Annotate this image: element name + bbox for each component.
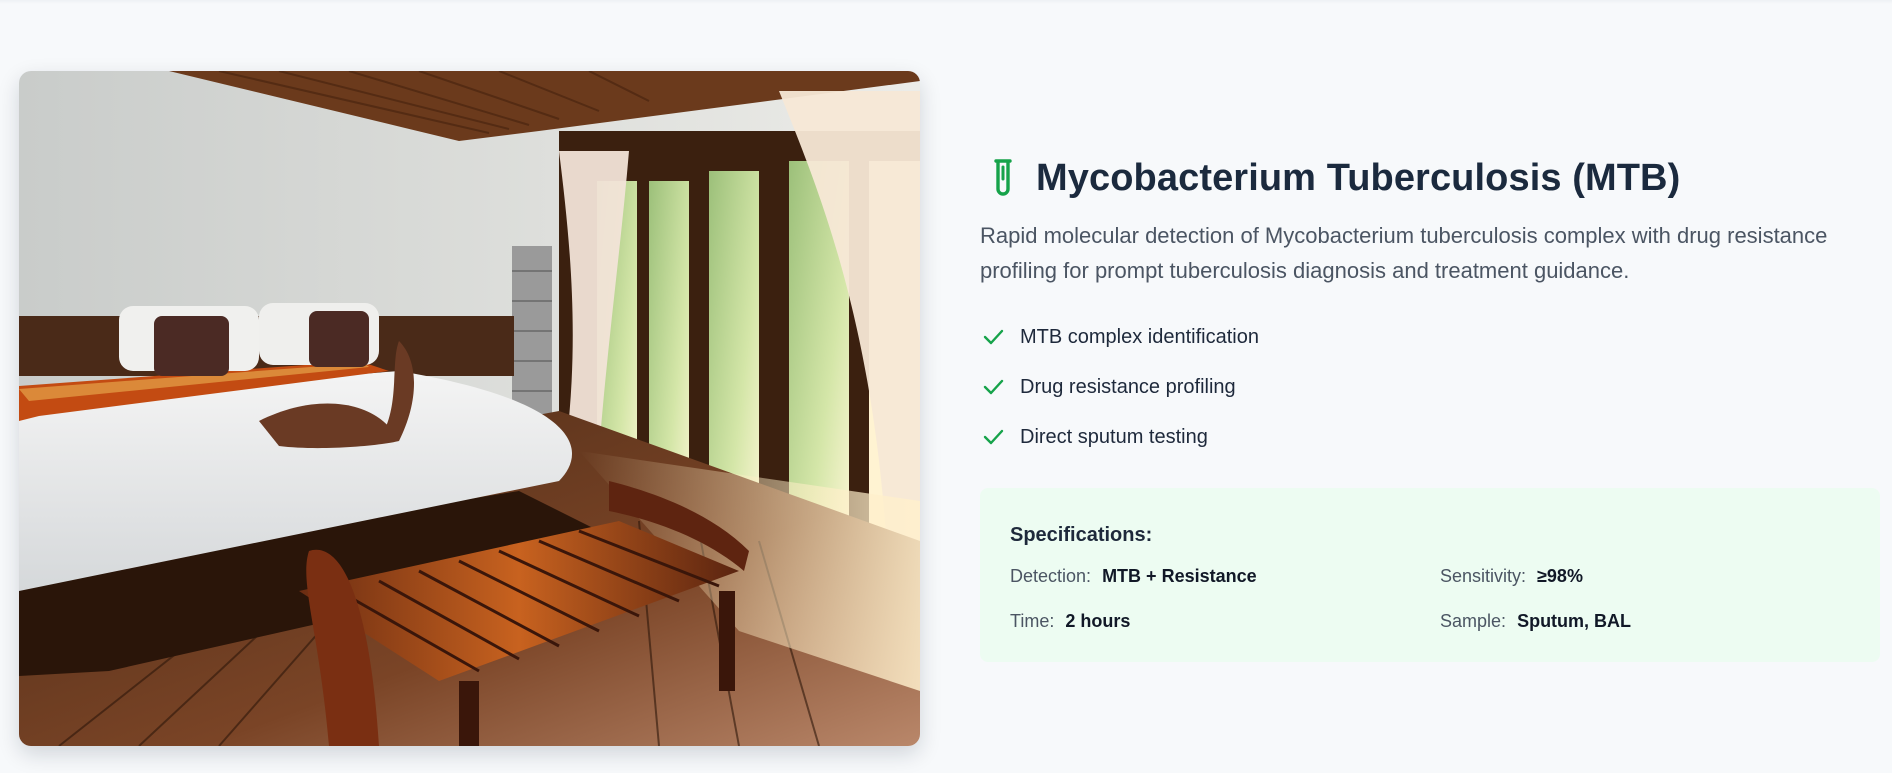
spec-value: 2 hours (1065, 611, 1131, 631)
product-description: Rapid molecular detection of Mycobacteri… (980, 223, 1828, 283)
spec-label: Sample: (1440, 611, 1507, 631)
specifications-card: Specifications: Detection: MTB + Resista… (980, 488, 1880, 662)
feature-list: MTB complex identification Drug resistan… (980, 312, 1880, 462)
check-icon (983, 329, 1004, 345)
list-item: Drug resistance profiling (980, 362, 1880, 412)
spec-detection: Detection: MTB + Resistance (1010, 566, 1257, 587)
spec-value: Sputum, BAL (1517, 611, 1632, 631)
top-divider (0, 0, 1892, 4)
feature-label: Drug resistance profiling (1020, 375, 1236, 398)
list-item: Direct sputum testing (980, 412, 1880, 462)
bedroom-photo (19, 71, 920, 746)
specifications-heading: Specifications: (1010, 524, 1153, 546)
title-row: Mycobacterium Tuberculosis (MTB) (980, 150, 1880, 206)
test-tube-icon (994, 159, 1012, 196)
spec-time: Time: 2 hours (1010, 611, 1130, 632)
spec-label: Detection: (1010, 566, 1092, 586)
product-info: Mycobacterium Tuberculosis (MTB) Rapid m… (980, 150, 1880, 462)
feature-label: Direct sputum testing (1020, 425, 1208, 448)
spec-sample: Sample: Sputum, BAL (1440, 611, 1631, 632)
list-item: MTB complex identification (980, 312, 1880, 362)
spec-value: MTB + Resistance (1102, 566, 1257, 586)
page-title: Mycobacterium Tuberculosis (MTB) (1036, 156, 1681, 199)
check-icon (983, 429, 1004, 445)
spec-sensitivity: Sensitivity: ≥98% (1440, 566, 1583, 587)
spec-label: Time: (1010, 611, 1055, 631)
spec-label: Sensitivity: (1440, 566, 1527, 586)
spec-value: ≥98% (1537, 566, 1583, 586)
check-icon (983, 379, 1004, 395)
feature-label: MTB complex identification (1020, 325, 1259, 348)
